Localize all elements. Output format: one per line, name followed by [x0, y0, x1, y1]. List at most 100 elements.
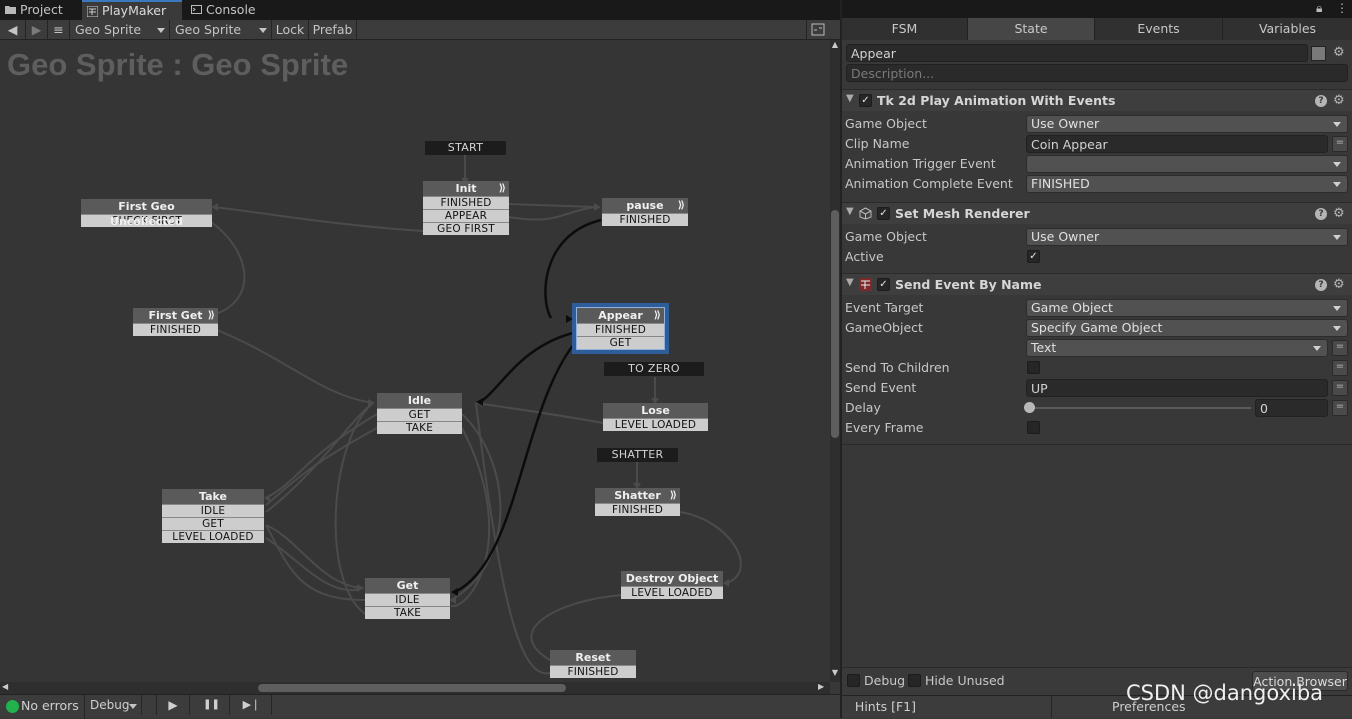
state-pause[interactable]: pause ⟫ FINISHED	[602, 198, 688, 226]
state-first-geo-uncollected[interactable]: First Geo Uncollected CHECK FIRST	[81, 199, 212, 228]
graph-view-icon[interactable]	[806, 20, 828, 40]
gameobject-select[interactable]: Geo Sprite	[70, 20, 170, 40]
help-icon[interactable]: ?	[1315, 279, 1327, 291]
gear-icon[interactable]: ⚙	[1333, 94, 1345, 107]
state-event[interactable]: FINISHED	[133, 323, 218, 336]
fsm-graph-canvas[interactable]: Geo Sprite : Geo Sprite START TO ZERO SH…	[0, 40, 830, 682]
state-first-get[interactable]: First Get ⟫ FINISHED	[133, 308, 218, 336]
variable-toggle-icon[interactable]: =	[1332, 360, 1348, 376]
state-event[interactable]: FINISHED	[550, 665, 636, 678]
graph-vertical-scrollbar[interactable]: ▲ ▼	[830, 40, 840, 682]
tab-console[interactable]: Console	[186, 0, 266, 20]
action-mesh-header[interactable]: ▼ ✓ Set Mesh Renderer ? ⚙	[842, 202, 1352, 224]
help-icon[interactable]: ?	[1315, 95, 1327, 107]
game-object-dropdown[interactable]: Use Owner	[1026, 115, 1348, 133]
tab-variables[interactable]: Variables	[1223, 18, 1352, 40]
scroll-thumb[interactable]	[831, 210, 839, 438]
action-enabled-checkbox[interactable]: ✓	[859, 94, 872, 107]
delay-value-field[interactable]: 0	[1255, 399, 1328, 417]
complete-event-dropdown[interactable]: FINISHED	[1026, 175, 1348, 193]
action-enabled-checkbox[interactable]: ✓	[877, 278, 890, 291]
state-shatter[interactable]: Shatter ⟫ FINISHED	[595, 488, 680, 516]
variable-toggle-icon[interactable]: =	[1332, 380, 1348, 396]
state-event[interactable]: FINISHED	[602, 213, 688, 226]
game-object-dropdown[interactable]: Use Owner	[1026, 228, 1348, 246]
state-event[interactable]: GET	[577, 336, 664, 349]
tab-project[interactable]: Project	[0, 0, 80, 20]
global-transition-to-zero[interactable]: TO ZERO	[604, 362, 704, 376]
gear-icon[interactable]: ⚙	[1333, 207, 1345, 220]
delay-slider-handle[interactable]	[1024, 402, 1035, 413]
state-event[interactable]: GEO FIRST	[423, 222, 509, 235]
pause-button[interactable]: ❚❚	[194, 695, 230, 715]
description-field[interactable]: Description...	[846, 64, 1348, 82]
action-send-event-header[interactable]: ▼ ✓ Send Event By Name ? ⚙	[842, 273, 1352, 295]
state-destroy-object[interactable]: Destroy Object LEVEL LOADED	[621, 571, 723, 599]
lock-button[interactable]: Lock	[272, 20, 309, 40]
state-event[interactable]: APPEAR	[423, 209, 509, 222]
play-button[interactable]: ▶	[156, 695, 190, 715]
state-name-field[interactable]: Appear	[846, 44, 1308, 62]
action-tk2d-header[interactable]: ▼ ✓ Tk 2d Play Animation With Events ? ⚙	[842, 89, 1352, 111]
debug-checkbox[interactable]	[847, 674, 860, 687]
hide-unused-checkbox[interactable]	[908, 674, 921, 687]
state-color-swatch[interactable]	[1311, 46, 1326, 61]
state-event[interactable]: GET	[377, 408, 462, 421]
state-event[interactable]: GET	[162, 517, 264, 530]
state-idle[interactable]: Idle GET TAKE	[377, 393, 462, 434]
kebab-menu-icon[interactable]: ⋮	[1336, 1, 1348, 15]
state-event[interactable]: FINISHED	[423, 196, 509, 209]
delay-slider-track[interactable]	[1030, 407, 1251, 409]
event-target-dropdown[interactable]: Game Object	[1026, 299, 1348, 317]
state-take[interactable]: Take IDLE GET LEVEL LOADED	[162, 489, 264, 543]
state-init[interactable]: Init ⟫ FINISHED APPEAR GEO FIRST	[423, 181, 509, 235]
state-event[interactable]: IDLE	[365, 593, 450, 606]
state-event[interactable]: LEVEL LOADED	[162, 530, 264, 543]
tab-playmaker[interactable]: PlayMaker	[82, 0, 182, 20]
every-frame-checkbox[interactable]	[1027, 421, 1040, 434]
tab-fsm[interactable]: FSM	[842, 18, 968, 40]
clip-name-field[interactable]: Coin Appear	[1026, 135, 1328, 153]
gameobject-mode-dropdown[interactable]: Specify Game Object	[1026, 319, 1348, 337]
state-event[interactable]: FINISHED	[595, 503, 680, 516]
state-title: Reset	[550, 650, 636, 665]
gameobject-reference-dropdown[interactable]: Text	[1026, 339, 1328, 357]
error-status-text[interactable]: No errors	[21, 698, 79, 713]
send-to-children-checkbox[interactable]	[1027, 361, 1040, 374]
hints-button[interactable]: Hints [F1]	[842, 696, 1052, 718]
help-icon[interactable]: ?	[1315, 208, 1327, 220]
variable-toggle-icon[interactable]: =	[1332, 400, 1348, 416]
fsm-select[interactable]: Geo Sprite	[170, 20, 272, 40]
global-transition-shatter[interactable]: SHATTER	[597, 448, 678, 462]
action-enabled-checkbox[interactable]: ✓	[877, 207, 890, 220]
hamburger-menu-icon[interactable]: ≡	[48, 20, 70, 40]
variable-toggle-icon[interactable]: =	[1332, 136, 1348, 152]
back-button[interactable]: ◀	[0, 20, 26, 40]
scroll-thumb[interactable]	[258, 684, 566, 692]
forward-button[interactable]: ▶	[26, 20, 48, 40]
gear-icon[interactable]: ⚙	[1333, 278, 1345, 291]
trigger-event-dropdown[interactable]	[1026, 155, 1348, 173]
active-checkbox[interactable]: ✓	[1027, 250, 1040, 263]
gear-icon[interactable]: ⚙	[1333, 46, 1345, 59]
state-lose[interactable]: Lose LEVEL LOADED	[603, 403, 708, 431]
state-event[interactable]: LEVEL LOADED	[621, 586, 723, 599]
tab-events[interactable]: Events	[1095, 18, 1223, 40]
state-get[interactable]: Get IDLE TAKE	[365, 578, 450, 619]
send-event-field[interactable]: UP	[1026, 379, 1328, 397]
prefab-button[interactable]: Prefab	[309, 20, 357, 40]
step-button[interactable]: ▶❘	[232, 695, 272, 715]
state-reset[interactable]: Reset FINISHED	[550, 650, 636, 678]
state-event[interactable]: FINISHED	[577, 323, 664, 336]
variable-toggle-icon[interactable]: =	[1332, 340, 1348, 356]
state-appear-selected[interactable]: Appear ⟫ FINISHED GET	[572, 303, 669, 354]
state-event[interactable]: LEVEL LOADED	[603, 418, 708, 431]
state-event[interactable]: TAKE	[377, 421, 462, 434]
graph-horizontal-scrollbar[interactable]: ◀ ▶	[0, 682, 830, 694]
state-event[interactable]: IDLE	[162, 504, 264, 517]
tab-state[interactable]: State	[968, 18, 1095, 40]
global-transition-start[interactable]: START	[425, 141, 506, 155]
state-event[interactable]: TAKE	[365, 606, 450, 619]
lock-icon[interactable]: 🔒︎	[1316, 1, 1322, 16]
debug-dropdown[interactable]: Debug	[86, 695, 142, 715]
